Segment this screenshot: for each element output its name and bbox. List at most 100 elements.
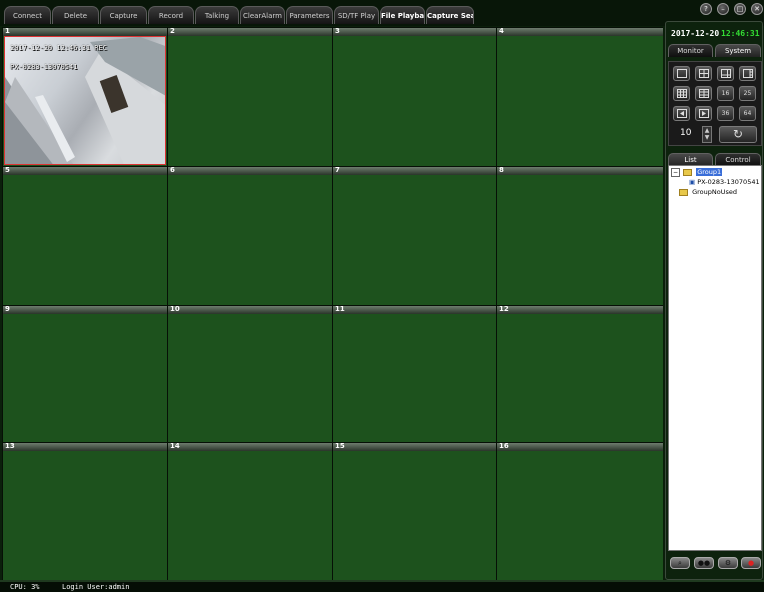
gear-icon[interactable]: ⚙: [718, 557, 738, 569]
next-page-icon[interactable]: [695, 106, 712, 121]
cell-number: 12: [499, 305, 509, 313]
tab-parameters[interactable]: Parameters: [286, 6, 333, 24]
tree-group-unused-label: GroupNoUsed: [692, 188, 737, 196]
video-cell-13[interactable]: 13: [2, 442, 167, 580]
maximize-icon[interactable]: □: [734, 3, 746, 15]
cell-number: 1: [5, 27, 10, 35]
layout-6-icon[interactable]: [717, 66, 734, 81]
tab-talking[interactable]: Talking: [195, 6, 239, 24]
tab-capture-search[interactable]: Capture Search: [426, 6, 474, 24]
record-icon[interactable]: ●: [741, 557, 761, 569]
toolbar-tabs: Connect Delete Capture Record Talking Cl…: [0, 0, 764, 26]
video-cell-15[interactable]: 15: [332, 442, 496, 580]
video-camera-id: PX-0283-13070541: [10, 63, 78, 71]
cell-number: 8: [499, 166, 504, 174]
layout-selector: 16 25 36 64 10 ▲ ▼ ↻: [668, 61, 762, 146]
layout-1-icon[interactable]: [673, 66, 690, 81]
users-icon[interactable]: ●●: [694, 557, 714, 569]
cell-number: 16: [499, 442, 509, 450]
tree-device[interactable]: ▣ PX-0283-13070541: [689, 178, 760, 186]
layout-4-icon[interactable]: [695, 66, 712, 81]
tab-capture[interactable]: Capture: [100, 6, 147, 24]
cell-header: [333, 167, 496, 175]
cell-header: [497, 167, 663, 175]
close-icon[interactable]: ✕: [751, 3, 763, 15]
status-bar: CPU: 3% Login User:admin: [0, 580, 764, 592]
video-cell-16[interactable]: 16: [496, 442, 663, 580]
tree-group-unused[interactable]: GroupNoUsed: [679, 188, 737, 196]
cell-number: 15: [335, 442, 345, 450]
video-cell-12[interactable]: 12: [496, 305, 663, 442]
tab-clear-alarm[interactable]: ClearAlarm: [240, 6, 285, 24]
camera-feed[interactable]: 2017-12-20 12:46:31 REC PX-0283-13070541: [4, 36, 166, 165]
video-timestamp: 2017-12-20 12:46:31 REC: [10, 44, 107, 52]
cell-header: [168, 306, 332, 314]
tree-group1-label: Group1: [696, 168, 723, 176]
cpu-usage: CPU: 3%: [10, 583, 40, 591]
cell-header: [497, 28, 663, 36]
video-cell-9[interactable]: 9: [2, 305, 167, 442]
cycle-interval-value: 10: [680, 128, 692, 138]
video-cell-2[interactable]: 2: [167, 27, 332, 166]
cell-header: [333, 306, 496, 314]
cell-number: 13: [5, 442, 15, 450]
help-icon[interactable]: ?: [700, 3, 712, 15]
video-cell-7[interactable]: 7: [332, 166, 496, 305]
panel-time: 12:46:31: [721, 29, 760, 38]
cell-header: [3, 306, 167, 314]
cell-number: 11: [335, 305, 345, 313]
layout-25-button[interactable]: 25: [739, 86, 756, 101]
cell-header: [497, 306, 663, 314]
video-cell-8[interactable]: 8: [496, 166, 663, 305]
layout-64-button[interactable]: 64: [739, 106, 756, 121]
cell-header: [168, 443, 332, 451]
tree-device-label: PX-0283-13070541: [697, 178, 760, 186]
cell-number: 4: [499, 27, 504, 35]
cell-number: 10: [170, 305, 180, 313]
layout-10-icon[interactable]: [695, 86, 712, 101]
camera-icon: ▣: [689, 178, 696, 186]
video-cell-14[interactable]: 14: [167, 442, 332, 580]
tree-group1[interactable]: − Group1: [671, 168, 723, 177]
collapse-icon[interactable]: −: [671, 168, 681, 177]
minimize-icon[interactable]: –: [717, 3, 729, 15]
video-cell-4[interactable]: 4: [496, 27, 663, 166]
cell-header: [3, 443, 167, 451]
cell-number: 7: [335, 166, 340, 174]
tab-file-playback[interactable]: File Playback: [380, 6, 425, 24]
tab-monitor[interactable]: Monitor: [668, 44, 713, 57]
tab-record[interactable]: Record: [148, 6, 194, 24]
video-cell-3[interactable]: 3: [332, 27, 496, 166]
cell-number: 9: [5, 305, 10, 313]
video-grid: 1 2017-12-20 12:46:31 REC PX-0283-130705…: [2, 27, 663, 580]
search-icon[interactable]: ⌕: [670, 557, 690, 569]
cell-header: [497, 443, 663, 451]
layout-8-icon[interactable]: [739, 66, 756, 81]
panel-date: 2017-12-20: [671, 29, 720, 38]
tab-connect[interactable]: Connect: [4, 6, 51, 24]
video-cell-5[interactable]: 5: [2, 166, 167, 305]
cell-number: 2: [170, 27, 175, 35]
tab-sd-tf-play[interactable]: SD/TF Play: [334, 6, 379, 24]
layout-9-icon[interactable]: [673, 86, 690, 101]
cycle-toggle-icon[interactable]: ↻: [719, 126, 757, 143]
video-cell-10[interactable]: 10: [167, 305, 332, 442]
layout-16-button[interactable]: 16: [717, 86, 734, 101]
interval-stepper[interactable]: ▲ ▼: [702, 126, 712, 143]
prev-page-icon[interactable]: [673, 106, 690, 121]
video-cell-1[interactable]: 1 2017-12-20 12:46:31 REC PX-0283-130705…: [2, 27, 167, 166]
layout-36-button[interactable]: 36: [717, 106, 734, 121]
cell-header: [3, 28, 167, 36]
cell-header: [333, 443, 496, 451]
control-panel: 2017-12-20 12:46:31 Monitor System 16 25…: [665, 21, 763, 580]
cell-header: [3, 167, 167, 175]
cell-header: [333, 28, 496, 36]
video-cell-11[interactable]: 11: [332, 305, 496, 442]
tab-delete[interactable]: Delete: [52, 6, 99, 24]
login-user: Login User:admin: [62, 583, 130, 591]
cell-number: 6: [170, 166, 175, 174]
video-cell-6[interactable]: 6: [167, 166, 332, 305]
folder-icon: [679, 188, 688, 196]
tab-system[interactable]: System: [715, 44, 761, 57]
cell-header: [168, 167, 332, 175]
